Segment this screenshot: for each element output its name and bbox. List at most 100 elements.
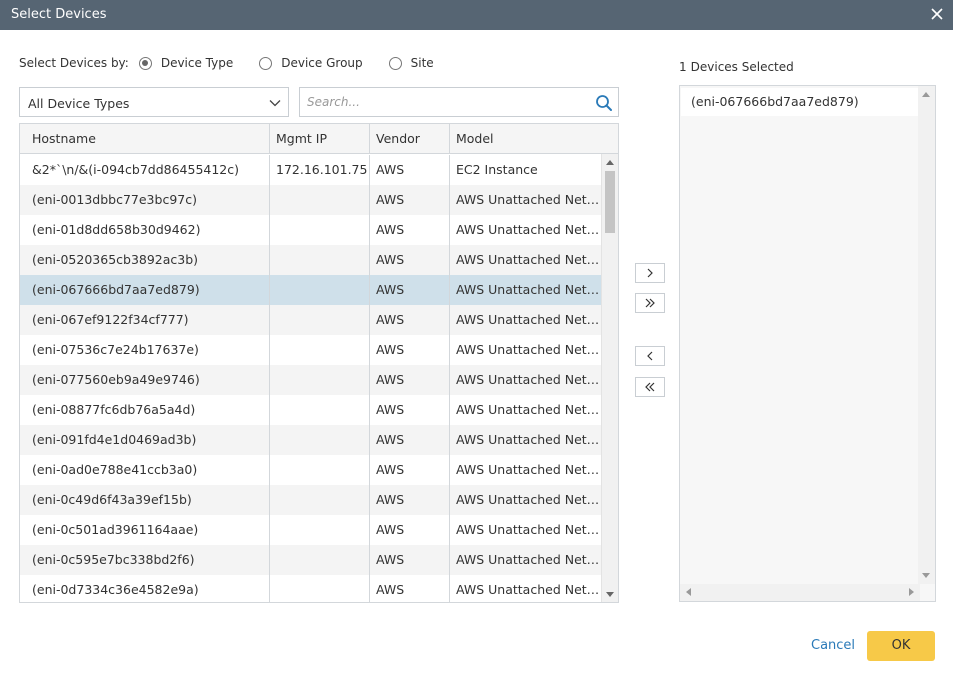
selected-list-horizontal-scrollbar[interactable] <box>680 584 920 601</box>
cell-mgmt-ip <box>270 425 370 455</box>
table-row[interactable]: (eni-067ef9122f34cf777) AWS AWS Unattached… <box>20 305 602 335</box>
cell-vendor: AWS <box>370 455 450 485</box>
table-row[interactable]: (eni-077560eb9a49e9746) AWS AWS Unattached… <box>20 365 602 395</box>
table-row[interactable]: (eni-0c595e7bc338bd2f6) AWS AWS Unattached… <box>20 545 602 575</box>
device-type-select[interactable]: All Device Types <box>19 87 289 117</box>
radio-label: Device Type <box>160 56 234 70</box>
cell-mgmt-ip <box>270 455 370 485</box>
cell-hostname: (eni-0c501ad3961164aae) <box>20 515 270 545</box>
cell-hostname: (eni-0520365cb3892ac3b) <box>20 245 270 275</box>
chevron-left-icon <box>647 351 653 361</box>
cell-vendor: AWS <box>370 185 450 215</box>
scroll-right-icon[interactable] <box>909 588 914 596</box>
radio-button[interactable] <box>259 56 273 70</box>
cell-hostname: (eni-091fd4e1d0469ad3b) <box>20 425 270 455</box>
cell-vendor: AWS <box>370 395 450 425</box>
cell-model: AWS Unattached Netw... <box>456 312 602 327</box>
cell-hostname: (eni-08877fc6db76a5a4d) <box>20 395 270 425</box>
cancel-button[interactable]: Cancel <box>811 638 855 653</box>
table-row[interactable]: (eni-08877fc6db76a5a4d) AWS AWS Unattached… <box>20 395 602 425</box>
cell-hostname: (eni-07536c7e24b17637e) <box>20 335 270 365</box>
select-by-filter: Select Devices by: Device Type Device Gr… <box>19 55 460 71</box>
table-row[interactable]: (eni-091fd4e1d0469ad3b) AWS AWS Unattached… <box>20 425 602 455</box>
double-chevron-left-icon <box>645 382 655 392</box>
selected-device-item[interactable]: (eni-067666bd7aa7ed879) <box>681 88 919 116</box>
cell-vendor: AWS <box>370 155 450 185</box>
radio-device-type[interactable]: Device Type <box>138 56 234 70</box>
table-row[interactable]: (eni-0d7334c36e4582e9a) AWS AWS Unattached… <box>20 575 602 602</box>
cell-mgmt-ip <box>270 185 370 215</box>
scroll-left-icon[interactable] <box>686 588 691 596</box>
devices-selected-label: 1 Devices Selected <box>679 60 798 74</box>
move-selected-right-button[interactable] <box>635 263 665 283</box>
cell-model: AWS Unattached Netw... <box>456 342 602 357</box>
column-header-mgmt-ip[interactable]: Mgmt IP <box>270 124 370 154</box>
cell-mgmt-ip <box>270 335 370 365</box>
scrollbar-thumb[interactable] <box>605 171 615 233</box>
close-icon[interactable] <box>929 6 945 22</box>
cell-mgmt-ip <box>270 515 370 545</box>
cell-model: AWS Unattached Netw... <box>456 282 602 297</box>
cell-mgmt-ip <box>270 545 370 575</box>
cell-hostname: (eni-067ef9122f34cf777) <box>20 305 270 335</box>
ok-button[interactable]: OK <box>867 631 935 661</box>
cell-vendor: AWS <box>370 575 450 602</box>
scroll-down-icon[interactable] <box>922 573 930 578</box>
cell-vendor: AWS <box>370 335 450 365</box>
table-row[interactable]: (eni-0c501ad3961164aae) AWS AWS Unattached… <box>20 515 602 545</box>
dialog-title: Select Devices <box>11 7 107 22</box>
cell-vendor: AWS <box>370 365 450 395</box>
radio-button[interactable] <box>388 56 402 70</box>
dialog-titlebar: Select Devices <box>0 0 953 30</box>
cell-vendor: AWS <box>370 275 450 305</box>
column-header-vendor[interactable]: Vendor <box>370 124 450 154</box>
selected-devices-list: (eni-067666bd7aa7ed879) <box>679 85 936 602</box>
table-row[interactable]: (eni-07536c7e24b17637e) AWS AWS Unattached… <box>20 335 602 365</box>
cell-vendor: AWS <box>370 305 450 335</box>
move-all-right-button[interactable] <box>635 293 665 313</box>
table-row[interactable]: &2*`\n/&(i-094cb7dd86455412c) 172.16.101.… <box>20 155 602 185</box>
double-chevron-right-icon <box>645 298 655 308</box>
cell-mgmt-ip <box>270 215 370 245</box>
radio-button[interactable] <box>138 56 152 70</box>
table-row[interactable]: (eni-0520365cb3892ac3b) AWS AWS Unattached… <box>20 245 602 275</box>
radio-label: Device Group <box>281 56 363 70</box>
table-row[interactable]: (eni-0c49d6f43a39ef15b) AWS AWS Unattached… <box>20 485 602 515</box>
cell-vendor: AWS <box>370 425 450 455</box>
cell-model: AWS Unattached Netw... <box>456 192 602 207</box>
cell-model: AWS Unattached Netw... <box>456 432 602 447</box>
cell-mgmt-ip <box>270 275 370 305</box>
cell-model: AWS Unattached Netw... <box>456 252 602 267</box>
radio-site[interactable]: Site <box>388 56 434 70</box>
cell-mgmt-ip <box>270 575 370 602</box>
scroll-up-icon[interactable] <box>606 160 614 165</box>
table-vertical-scrollbar[interactable] <box>601 154 618 602</box>
table-row[interactable]: (eni-01d8dd658b30d9462) AWS AWS Unattached… <box>20 215 602 245</box>
scroll-down-icon[interactable] <box>606 592 614 597</box>
cell-mgmt-ip: 172.16.101.75 <box>270 155 370 185</box>
table-row[interactable]: (eni-067666bd7aa7ed879) AWS AWS Unattached… <box>20 275 602 305</box>
cell-hostname: (eni-0c49d6f43a39ef15b) <box>20 485 270 515</box>
column-header-model[interactable]: Model <box>450 124 602 154</box>
move-selected-left-button[interactable] <box>635 346 665 366</box>
radio-label: Site <box>410 56 434 70</box>
selected-list-vertical-scrollbar[interactable] <box>918 86 935 584</box>
cell-hostname: &2*`\n/&(i-094cb7dd86455412c) <box>20 155 270 185</box>
cell-model: AWS Unattached Netw... <box>456 492 602 507</box>
cell-hostname: (eni-0d7334c36e4582e9a) <box>20 575 270 602</box>
table-row[interactable]: (eni-0ad0e788e41ccb3a0) AWS AWS Unattached… <box>20 455 602 485</box>
move-all-left-button[interactable] <box>635 377 665 397</box>
search-icon[interactable] <box>595 94 613 112</box>
cell-model: AWS Unattached Netw... <box>456 522 602 537</box>
search-input[interactable] <box>300 88 590 116</box>
chevron-down-icon <box>269 100 281 107</box>
devices-selected-text: Devices Selected <box>690 60 794 74</box>
cell-model: AWS Unattached Netw... <box>456 402 602 417</box>
scroll-up-icon[interactable] <box>922 92 930 97</box>
table-row[interactable]: (eni-0013dbbc77e3bc97c) AWS AWS Unattached… <box>20 185 602 215</box>
column-header-hostname[interactable]: Hostname <box>20 124 270 154</box>
cell-model: AWS Unattached Netw... <box>456 222 602 237</box>
search-box <box>299 87 619 117</box>
radio-device-group[interactable]: Device Group <box>259 56 363 70</box>
cell-model: AWS Unattached Netw... <box>456 372 602 387</box>
